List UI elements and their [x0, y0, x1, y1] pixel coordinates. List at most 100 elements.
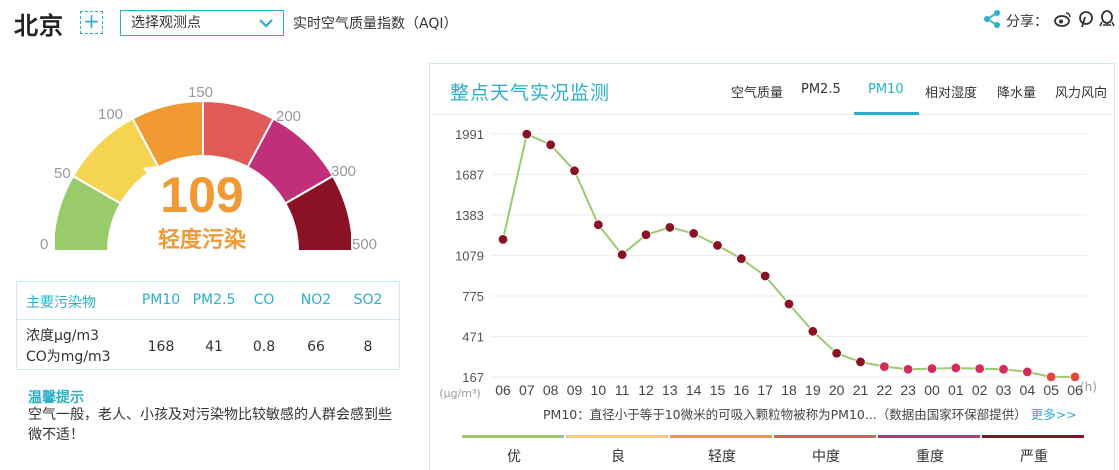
x-tick-label: 07 — [519, 382, 535, 398]
pinterest-icon[interactable] — [1077, 10, 1095, 28]
pollutant-name: SO2 — [353, 292, 383, 308]
data-point[interactable] — [759, 270, 771, 282]
legend-label: 中度 — [812, 449, 840, 465]
x-tick-label: 04 — [1020, 382, 1036, 398]
data-point[interactable] — [664, 222, 676, 233]
legend-label: 重度 — [916, 449, 944, 465]
data-point[interactable] — [640, 229, 652, 240]
x-tick-label: 16 — [734, 382, 750, 398]
legend-bar — [774, 435, 876, 438]
pollutant-label: 主要污染物 — [26, 295, 96, 311]
y-tick-label: 775 — [462, 289, 484, 304]
x-axis-unit: (h) — [1080, 380, 1097, 394]
pollutant-value: 8 — [363, 339, 373, 355]
x-tick-label: 20 — [829, 382, 845, 398]
add-icon: + — [83, 9, 100, 33]
gauge-tick-200: 200 — [276, 108, 302, 125]
gauge-tick-100: 100 — [98, 106, 124, 123]
data-point[interactable] — [998, 364, 1009, 375]
legend-label: 良 — [611, 449, 625, 465]
pollutant-name: CO — [253, 292, 275, 308]
x-tick-label: 01 — [948, 382, 964, 398]
pollutant-name: PM10 — [141, 292, 181, 308]
aqi-value: 109 — [160, 167, 244, 223]
data-point[interactable] — [569, 165, 580, 176]
data-point[interactable] — [1045, 371, 1057, 383]
pollutant-table: 主要污染物 浓度μg/m3 CO为mg/m3 PM10 PM2.5 CO NO2… — [16, 281, 400, 370]
legend-bar — [982, 435, 1084, 438]
x-tick-label: 17 — [757, 382, 773, 398]
pollutant-unit-label: 浓度μg/m3 CO为mg/m3 — [26, 326, 111, 368]
x-tick-label: 03 — [996, 382, 1012, 398]
footnote-text: PM10：直径小于等于10微米的可吸入颗粒物被称为PM10...（数据由国家环保… — [543, 407, 1027, 422]
add-city-button[interactable]: + — [80, 11, 103, 34]
data-point[interactable] — [807, 326, 819, 337]
x-tick-label: 22 — [877, 382, 893, 398]
pollutant-value: 41 — [205, 339, 223, 355]
data-point[interactable] — [688, 228, 699, 239]
x-tick-label: 18 — [781, 382, 797, 398]
x-tick-label: 00 — [924, 382, 940, 398]
tab-air-quality[interactable]: 空气质量 — [731, 82, 783, 101]
unit-label-2: CO为mg/m3 — [26, 349, 111, 365]
data-point[interactable] — [545, 139, 556, 150]
data-point[interactable] — [926, 363, 938, 374]
legend-bar — [462, 435, 564, 438]
tab-wind[interactable]: 风力风向 — [1055, 82, 1107, 101]
pm10-line-chart: 167 471 775 1079 1383 1687 1991 06 07 08 09 10 11 12 1… — [439, 127, 1097, 400]
x-tick-label: 19 — [805, 382, 821, 398]
data-point[interactable] — [950, 362, 962, 374]
qq-icon[interactable] — [1098, 10, 1116, 28]
station-select-label: 选择观测点 — [131, 15, 201, 31]
data-point[interactable] — [616, 249, 628, 260]
legend-bar — [670, 435, 772, 438]
share-icon[interactable] — [982, 9, 1002, 29]
gauge-tick-150: 150 — [188, 84, 214, 101]
x-tick-label: 11 — [615, 382, 630, 398]
y-axis-unit: (μg/m³) — [439, 387, 480, 400]
data-point[interactable] — [831, 348, 842, 359]
data-point[interactable] — [521, 128, 533, 140]
y-tick-label: 1079 — [455, 249, 484, 264]
data-point[interactable] — [855, 356, 866, 368]
x-tick-label: 12 — [638, 382, 654, 398]
x-tick-label: 14 — [686, 382, 702, 398]
tab-pm10[interactable]: PM10 — [868, 82, 904, 97]
share-label: 分享： — [1006, 14, 1048, 30]
pollutant-value: 0.8 — [252, 339, 276, 355]
pollutant-name: PM2.5 — [192, 292, 236, 308]
tab-pm25[interactable]: PM2.5 — [801, 82, 841, 97]
pollutant-value: 168 — [147, 339, 175, 355]
x-tick-label: 13 — [662, 382, 678, 398]
y-tick-label: 1383 — [455, 208, 484, 223]
data-point[interactable] — [497, 234, 509, 245]
tab-humidity[interactable]: 相对湿度 — [925, 82, 977, 101]
tab-precipitation[interactable]: 降水量 — [997, 82, 1036, 101]
tip-text: 空气一般，老人、小孩及对污染物比较敏感的人群会感到些微不适！ — [28, 407, 392, 443]
y-tick-label: 1991 — [455, 127, 484, 142]
legend-label: 严重 — [1020, 449, 1048, 465]
unit-label-1: 浓度μg/m3 — [26, 328, 100, 344]
data-point[interactable] — [879, 361, 890, 372]
station-select[interactable]: 选择观测点 — [120, 10, 284, 36]
data-point[interactable] — [736, 253, 747, 264]
chart-footnote: PM10：直径小于等于10微米的可吸入颗粒物被称为PM10...（数据由国家环保… — [543, 404, 1077, 423]
data-point[interactable] — [1022, 366, 1033, 378]
data-point[interactable] — [974, 363, 985, 374]
data-point[interactable] — [902, 364, 914, 375]
data-point[interactable] — [783, 298, 795, 310]
data-point[interactable] — [593, 219, 604, 230]
data-point[interactable] — [1069, 371, 1081, 383]
data-point[interactable] — [712, 240, 723, 251]
x-tick-label: 23 — [900, 382, 916, 398]
x-tick-label: 06 — [495, 382, 511, 398]
legend-bar — [566, 435, 668, 438]
y-tick-label: 1687 — [455, 168, 484, 183]
x-tick-label: 08 — [543, 382, 559, 398]
x-tick-label: 05 — [1043, 382, 1059, 398]
weibo-icon[interactable] — [1054, 10, 1072, 28]
pollutant-name: NO2 — [300, 292, 332, 308]
more-link[interactable]: 更多>> — [1031, 407, 1077, 422]
y-tick-label: 167 — [462, 370, 484, 385]
gauge-tick-500: 500 — [352, 236, 378, 253]
